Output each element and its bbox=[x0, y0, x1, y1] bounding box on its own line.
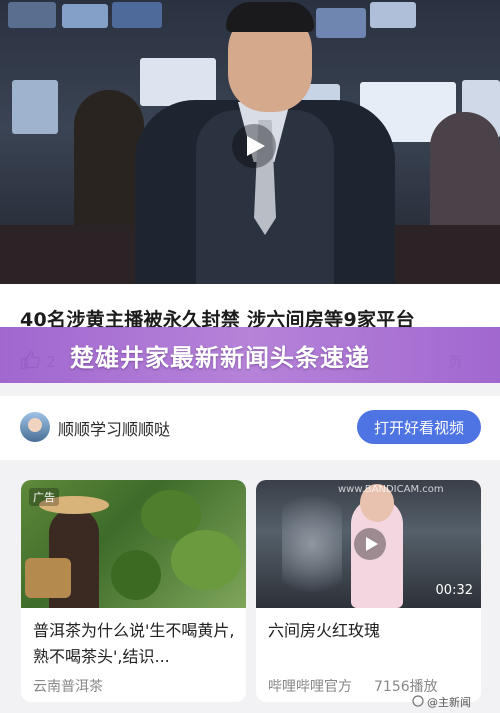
watermark-text: @主新闻 bbox=[427, 696, 471, 709]
video-card[interactable]: www.BANDICAM.com 00:32 六间房火红玫瑰 哔哩哔哩官方 71… bbox=[256, 480, 481, 702]
banner-text: 楚雄井家最新新闻头条速递 bbox=[70, 343, 370, 372]
background-person bbox=[74, 90, 144, 230]
ad-badge: 广告 bbox=[29, 488, 59, 506]
video-card[interactable]: 广告 普洱茶为什么说'生不喝黄片,熟不喝茶头',结识... 云南普洱茶 bbox=[21, 480, 246, 702]
video-thumbnail[interactable]: 广告 bbox=[21, 480, 246, 608]
card-meta: 云南普洱茶 bbox=[33, 676, 103, 696]
background-monitor bbox=[8, 2, 56, 28]
headline-banner: 楚雄井家最新新闻头条速递 bbox=[0, 327, 500, 383]
avatar[interactable] bbox=[20, 412, 50, 442]
anchor-hair bbox=[226, 2, 314, 32]
play-icon[interactable] bbox=[232, 124, 276, 168]
author-name[interactable]: 顺顺学习顺顺哒 bbox=[58, 416, 170, 440]
background-light bbox=[282, 480, 342, 608]
background-person bbox=[430, 112, 500, 232]
background-monitor bbox=[370, 2, 416, 28]
video-player[interactable] bbox=[0, 0, 500, 284]
play-count: 7156播放 bbox=[374, 679, 438, 695]
background-monitor bbox=[62, 4, 108, 28]
background-monitor bbox=[12, 80, 58, 134]
background-monitor bbox=[140, 58, 216, 106]
author-row: 顺顺学习顺顺哒 打开好看视频 bbox=[0, 396, 500, 460]
recording-watermark: www.BANDICAM.com bbox=[338, 484, 444, 495]
background-monitor bbox=[316, 8, 366, 38]
play-icon[interactable] bbox=[354, 528, 386, 560]
card-source: 哔哩哔哩官方 bbox=[268, 679, 352, 695]
video-thumbnail[interactable]: www.BANDICAM.com 00:32 bbox=[256, 480, 481, 608]
background-monitor bbox=[112, 2, 162, 28]
recommended-list: 广告 普洱茶为什么说'生不喝黄片,熟不喝茶头',结识... 云南普洱茶 www.… bbox=[0, 460, 500, 713]
foliage bbox=[111, 550, 161, 600]
card-title[interactable]: 普洱茶为什么说'生不喝黄片,熟不喝茶头',结识... bbox=[33, 618, 238, 670]
weibo-icon bbox=[412, 694, 424, 710]
foliage bbox=[171, 530, 241, 590]
open-app-button[interactable]: 打开好看视频 bbox=[357, 410, 481, 444]
card-meta: 哔哩哔哩官方 7156播放 bbox=[268, 676, 438, 696]
tea-basket bbox=[25, 558, 71, 598]
card-title[interactable]: 六间房火红玫瑰 bbox=[268, 618, 473, 644]
footer-watermark: @主新闻 bbox=[412, 694, 471, 710]
video-duration: 00:32 bbox=[435, 583, 473, 598]
card-source: 云南普洱茶 bbox=[33, 679, 103, 695]
